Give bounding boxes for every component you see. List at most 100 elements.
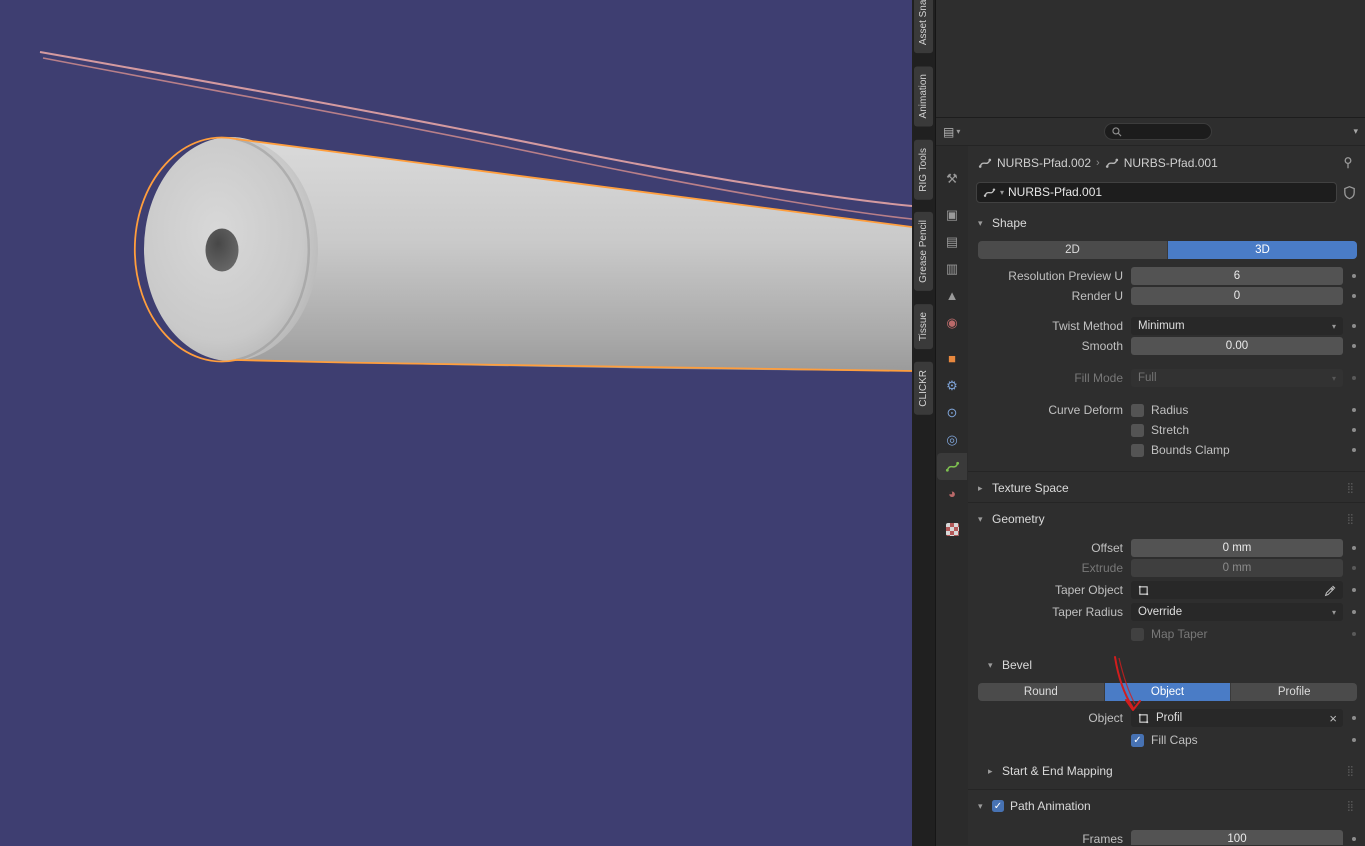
taper-radius-dropdown[interactable]: Override ▾	[1131, 603, 1343, 621]
fill-caps-checkbox-label: Fill Caps	[1151, 733, 1198, 747]
breadcrumb-object[interactable]: NURBS-Pfad.002	[997, 156, 1091, 170]
tab-object[interactable]: ■	[937, 345, 967, 372]
animate-dot-icon[interactable]	[1352, 610, 1356, 614]
drag-handle-icon[interactable]: ⣿	[1347, 766, 1355, 777]
datablock-browse-icon[interactable]: ▾	[1000, 188, 1004, 197]
clear-icon[interactable]: ×	[1329, 712, 1337, 725]
bevel-panel-header[interactable]: ▾ Bevel	[968, 655, 1365, 675]
animate-dot-icon[interactable]	[1352, 546, 1356, 550]
tab-view-layer[interactable]: ▥	[937, 255, 967, 282]
path-animation-title: Path Animation	[1010, 799, 1091, 813]
resolution-preview-u-field[interactable]: 6	[1131, 267, 1343, 285]
tab-tool[interactable]: ⚒	[937, 165, 967, 192]
sidebar-tab-tissue[interactable]: Tissue	[914, 304, 933, 349]
animate-dot-icon[interactable]	[1352, 324, 1356, 328]
drag-handle-icon[interactable]: ⣿	[1347, 514, 1355, 525]
smooth-field[interactable]: 0.00	[1131, 337, 1343, 355]
collapse-icon: ▸	[988, 766, 996, 777]
texture-space-panel-header[interactable]: ▸ Texture Space ⣿	[968, 478, 1365, 498]
curve-data-icon-small	[1105, 156, 1119, 170]
shape-panel-header[interactable]: ▾ Shape	[968, 213, 1365, 233]
fill-caps-checkbox[interactable]: ✓	[1131, 734, 1144, 747]
taper-radius-label: Taper Radius	[968, 605, 1123, 619]
bevel-round-button[interactable]: Round	[978, 683, 1105, 701]
tab-output[interactable]: ▤	[937, 228, 967, 255]
stretch-checkbox[interactable]	[1131, 424, 1144, 437]
search-icon	[1111, 126, 1123, 138]
tab-world[interactable]: ◉	[937, 309, 967, 336]
tab-physics[interactable]: ⊙	[937, 399, 967, 426]
properties-tab-column: ⚒ ▣ ▤ ▥ ▲ ◉ ■ ⚙ ⊙ ◎ ◕	[936, 146, 968, 845]
frames-field[interactable]: 100	[1131, 830, 1343, 845]
pin-icon[interactable]	[1341, 156, 1355, 170]
bounds-clamp-checkbox[interactable]	[1131, 444, 1144, 457]
datablock-name-input[interactable]	[1008, 185, 1330, 199]
breadcrumb-data[interactable]: NURBS-Pfad.001	[1124, 156, 1218, 170]
animate-dot-icon[interactable]	[1352, 408, 1356, 412]
tab-material[interactable]: ◕	[937, 480, 967, 507]
animate-dot-icon[interactable]	[1352, 274, 1356, 278]
bevel-title: Bevel	[1002, 658, 1032, 672]
expand-icon: ▾	[978, 801, 986, 812]
frames-label: Frames	[968, 832, 1123, 845]
dimension-2d-button[interactable]: 2D	[978, 241, 1168, 259]
taper-object-label: Taper Object	[968, 583, 1123, 597]
tab-modifiers[interactable]: ⚙	[937, 372, 967, 399]
tab-scene[interactable]: ▲	[937, 282, 967, 309]
twist-method-dropdown[interactable]: Minimum ▾	[1131, 317, 1343, 335]
path-animation-checkbox[interactable]: ✓	[992, 800, 1004, 812]
start-end-mapping-panel-header[interactable]: ▸ Start & End Mapping ⣿	[968, 761, 1365, 781]
search-input[interactable]	[1127, 126, 1203, 138]
bevel-object-label: Object	[968, 711, 1123, 725]
tab-constraints[interactable]: ◎	[937, 426, 967, 453]
header-chevron-icon[interactable]: ▾	[1353, 126, 1358, 137]
twist-method-label: Twist Method	[968, 319, 1123, 333]
viewport-sidebar-tabs: Asset Snap Animation RIG Tools Grease Pe…	[912, 0, 935, 846]
expand-icon: ▾	[988, 660, 996, 671]
bevel-profile-button[interactable]: Profile	[1231, 683, 1357, 701]
animate-dot-icon[interactable]	[1352, 716, 1356, 720]
sidebar-tab-clickr[interactable]: CLICKR	[914, 362, 933, 415]
extrude-field: 0 mm	[1131, 559, 1343, 577]
animate-dot-icon[interactable]	[1352, 837, 1356, 841]
bevel-object-button[interactable]: Object	[1105, 683, 1232, 701]
3d-viewport[interactable]	[0, 0, 912, 846]
animate-dot-icon[interactable]	[1352, 344, 1356, 348]
animate-dot-icon[interactable]	[1352, 294, 1356, 298]
sidebar-tab-rig-tools[interactable]: RIG Tools	[914, 140, 933, 200]
bounds-clamp-checkbox-label: Bounds Clamp	[1151, 443, 1230, 457]
dimension-3d-button[interactable]: 3D	[1168, 241, 1357, 259]
shape-panel-title: Shape	[992, 216, 1027, 230]
datablock-name-field[interactable]: ▾	[976, 182, 1337, 203]
properties-editor-icon: ▤	[943, 125, 954, 139]
tab-render[interactable]: ▣	[937, 201, 967, 228]
editor-type-button[interactable]: ▤ ▾	[943, 125, 960, 139]
offset-field[interactable]: 0 mm	[1131, 539, 1343, 557]
map-taper-checkbox	[1131, 628, 1144, 641]
radius-checkbox[interactable]	[1131, 404, 1144, 417]
animate-dot-icon[interactable]	[1352, 738, 1356, 742]
drag-handle-icon[interactable]: ⣿	[1347, 801, 1355, 812]
sidebar-tab-grease-pencil[interactable]: Grease Pencil	[914, 212, 933, 291]
bevel-object-field[interactable]: Profil ×	[1131, 709, 1343, 727]
fake-user-shield-icon[interactable]	[1342, 185, 1357, 200]
sidebar-tab-animation[interactable]: Animation	[914, 66, 933, 126]
curve-object-icon	[978, 156, 992, 170]
properties-editor: ▤ ▾ ▾ ⚒ ▣ ▤ ▥ ▲ ◉ ■ ⚙ ⊙ ◎ ◕	[935, 0, 1365, 846]
drag-handle-icon[interactable]: ⣿	[1347, 483, 1355, 494]
render-u-field[interactable]: 0	[1131, 287, 1343, 305]
geometry-panel-header[interactable]: ▾ Geometry ⣿	[968, 509, 1365, 529]
animate-dot-icon	[1352, 632, 1356, 636]
animate-dot-icon[interactable]	[1352, 448, 1356, 452]
animate-dot-icon[interactable]	[1352, 588, 1356, 592]
tab-object-data[interactable]	[937, 453, 967, 480]
animate-dot-icon[interactable]	[1352, 428, 1356, 432]
tab-texture[interactable]	[937, 516, 967, 543]
texture-checker-icon	[946, 523, 959, 536]
eyedropper-icon[interactable]	[1324, 584, 1337, 597]
taper-object-field[interactable]	[1131, 581, 1343, 599]
fill-mode-label: Fill Mode	[968, 371, 1123, 385]
path-animation-panel-header[interactable]: ▾ ✓ Path Animation ⣿	[968, 796, 1365, 816]
sidebar-tab-asset-snap[interactable]: Asset Snap	[914, 0, 933, 53]
properties-search[interactable]	[1104, 123, 1212, 140]
